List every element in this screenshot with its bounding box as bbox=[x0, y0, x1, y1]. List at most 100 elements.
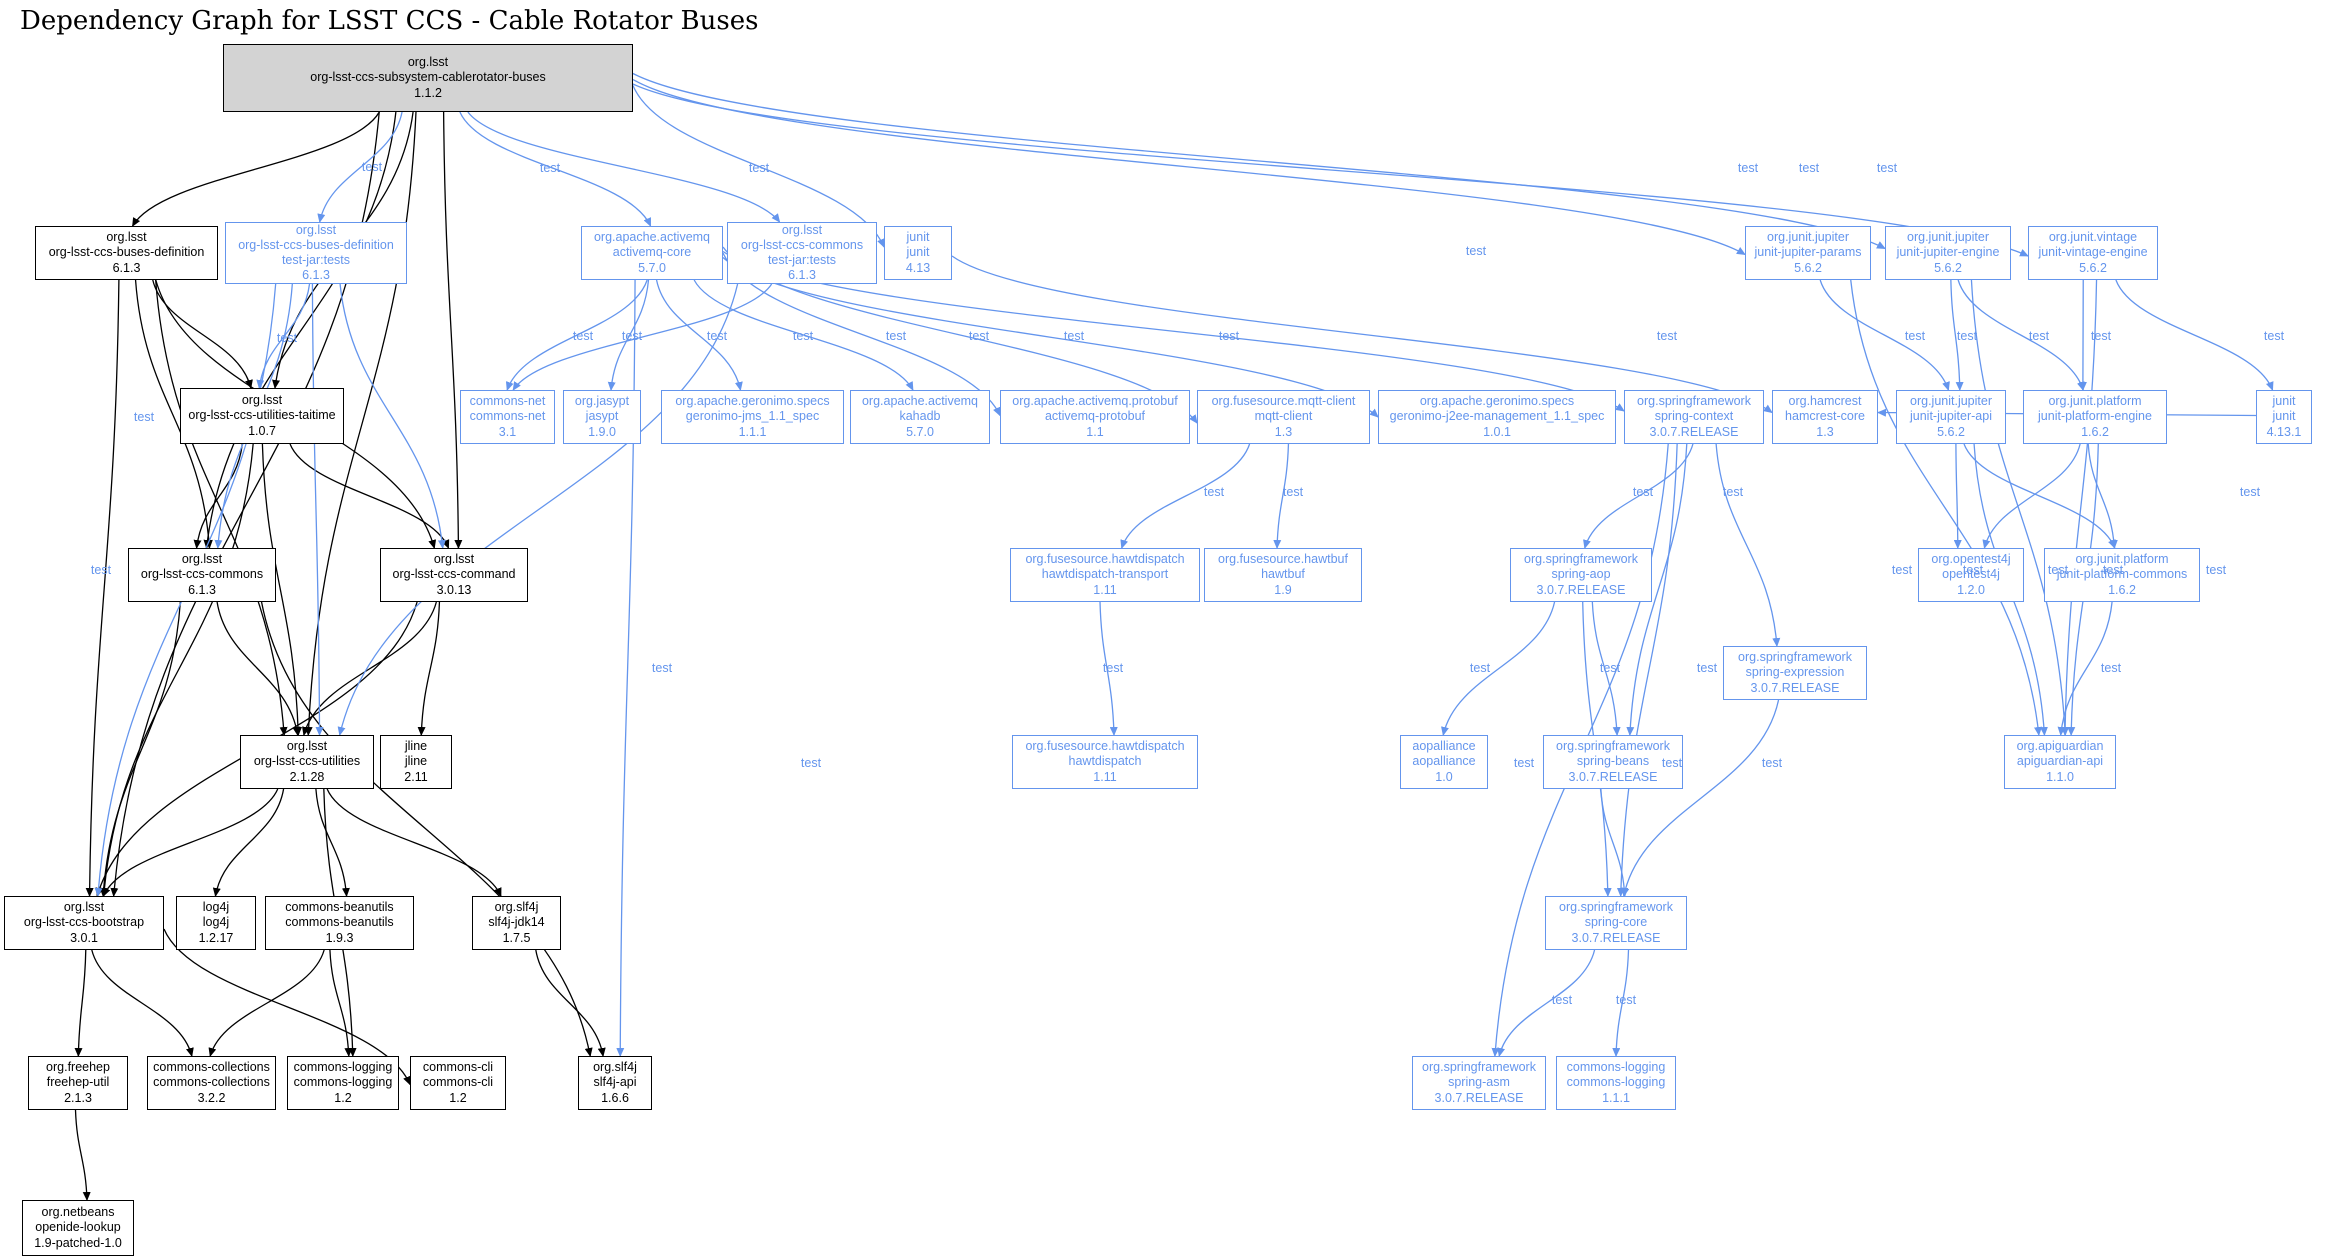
node-group-id: org.slf4j bbox=[593, 1060, 637, 1075]
node-version: 1.6.2 bbox=[2081, 425, 2109, 440]
node-artifact-id: org-lsst-ccs-utilities-taitime bbox=[188, 408, 335, 423]
node-version: 3.2.2 bbox=[198, 1091, 226, 1106]
dependency-node-freehep: org.freehepfreehep-util2.1.3 bbox=[28, 1056, 128, 1110]
dependency-node-cli: commons-clicommons-cli1.2 bbox=[410, 1056, 506, 1110]
dependency-node-junit4131: junitjunit4.13.1 bbox=[2256, 390, 2312, 444]
node-artifact-id: junit-jupiter-engine bbox=[1897, 245, 2000, 260]
dependency-node-spring-beans: org.springframeworkspring-beans3.0.7.REL… bbox=[1543, 735, 1683, 789]
node-artifact-id: junit-jupiter-api bbox=[1910, 409, 1992, 424]
node-version: 5.6.2 bbox=[2079, 261, 2107, 276]
node-version: 1.0.1 bbox=[1483, 425, 1511, 440]
node-artifact-id: freehep-util bbox=[47, 1075, 110, 1090]
dependency-node-spring-aop: org.springframeworkspring-aop3.0.7.RELEA… bbox=[1510, 548, 1652, 602]
node-artifact-id: slf4j-jdk14 bbox=[488, 915, 544, 930]
node-version: 1.3 bbox=[1275, 425, 1292, 440]
dependency-node-commons-net: commons-netcommons-net3.1 bbox=[460, 390, 555, 444]
dependency-graph: Dependency Graph for LSST CCS - Cable Ro… bbox=[0, 0, 2333, 1256]
node-version: 6.1.3 bbox=[788, 268, 816, 283]
node-version: 1.3 bbox=[1816, 425, 1833, 440]
node-group-id: commons-logging bbox=[294, 1060, 393, 1075]
node-version: 1.1.2 bbox=[414, 86, 442, 101]
node-group-id: org.springframework bbox=[1738, 650, 1852, 665]
node-artifact-id: log4j bbox=[203, 915, 229, 930]
node-group-id: org.lsst bbox=[106, 230, 146, 245]
node-group-id: org.junit.platform bbox=[2075, 552, 2168, 567]
node-group-id: org.lsst bbox=[408, 55, 448, 70]
node-version: 5.7.0 bbox=[906, 425, 934, 440]
node-artifact-id: mqtt-client bbox=[1255, 409, 1313, 424]
dependency-node-platform-engine: org.junit.platformjunit-platform-engine1… bbox=[2023, 390, 2167, 444]
node-version: 6.1.3 bbox=[188, 583, 216, 598]
dependency-node-protobuf: org.apache.activemq.protobufactivemq-pro… bbox=[1000, 390, 1190, 444]
dependency-node-beanutils: commons-beanutilscommons-beanutils1.9.3 bbox=[265, 896, 414, 950]
dependency-node-spring-asm: org.springframeworkspring-asm3.0.7.RELEA… bbox=[1412, 1056, 1546, 1110]
node-group-id: org.fusesource.hawtdispatch bbox=[1025, 739, 1184, 754]
dependency-node-ccs-commons-tests: org.lsstorg-lsst-ccs-commonstest-jar:tes… bbox=[727, 222, 877, 284]
node-group-id: commons-cli bbox=[423, 1060, 493, 1075]
dependency-node-root: org.lsstorg-lsst-ccs-subsystem-cablerota… bbox=[223, 44, 633, 112]
node-version: 6.1.3 bbox=[113, 261, 141, 276]
node-group-id: org.slf4j bbox=[495, 900, 539, 915]
dependency-node-kahadb: org.apache.activemqkahadb5.7.0 bbox=[850, 390, 990, 444]
node-version: 5.7.0 bbox=[638, 261, 666, 276]
node-group-id: org.junit.vintage bbox=[2049, 230, 2137, 245]
node-version: 3.0.13 bbox=[437, 583, 472, 598]
node-version: 3.0.7.RELEASE bbox=[1569, 770, 1658, 785]
node-version: 2.11 bbox=[404, 770, 427, 785]
dependency-node-buses-def: org.lsstorg-lsst-ccs-buses-definition6.1… bbox=[35, 226, 218, 280]
dependency-node-jline: jlinejline2.11 bbox=[380, 735, 452, 789]
node-artifact-id: spring-expression bbox=[1746, 665, 1845, 680]
node-version: 2.1.3 bbox=[64, 1091, 92, 1106]
node-group-id: org.lsst bbox=[782, 223, 822, 238]
node-version: 6.1.3 bbox=[302, 268, 330, 283]
node-artifact-id: junit-platform-engine bbox=[2038, 409, 2152, 424]
node-version: 3.0.7.RELEASE bbox=[1751, 681, 1840, 696]
dependency-node-taitime: org.lsstorg-lsst-ccs-utilities-taitime1.… bbox=[180, 388, 344, 444]
node-artifact-id: test-jar:tests bbox=[282, 253, 350, 268]
node-artifact-id: junit bbox=[907, 245, 930, 260]
node-version: 1.2.0 bbox=[1957, 583, 1985, 598]
node-version: 1.6.2 bbox=[2108, 583, 2136, 598]
node-artifact-id: junit bbox=[2273, 409, 2296, 424]
dependency-node-activemq-core: org.apache.activemqactivemq-core5.7.0 bbox=[581, 226, 723, 280]
node-version: 3.1 bbox=[499, 425, 516, 440]
dependency-node-log4j: log4jlog4j1.2.17 bbox=[176, 896, 256, 950]
node-version: 1.9.3 bbox=[326, 931, 354, 946]
node-artifact-id: org-lsst-ccs-utilities bbox=[254, 754, 360, 769]
node-version: 3.0.1 bbox=[70, 931, 98, 946]
dependency-node-spring-core: org.springframeworkspring-core3.0.7.RELE… bbox=[1545, 896, 1687, 950]
dependency-node-geronimo-jms: org.apache.geronimo.specsgeronimo-jms_1.… bbox=[661, 390, 844, 444]
dependency-node-buses-def-tests: org.lsstorg-lsst-ccs-buses-definitiontes… bbox=[225, 222, 407, 284]
node-group-id: org.hamcrest bbox=[1789, 394, 1862, 409]
dependency-node-jupiter-params: org.junit.jupiterjunit-jupiter-params5.6… bbox=[1745, 226, 1871, 280]
node-artifact-id: hamcrest-core bbox=[1785, 409, 1865, 424]
node-group-id: org.fusesource.hawtbuf bbox=[1218, 552, 1348, 567]
node-artifact-id: commons-logging bbox=[1567, 1075, 1666, 1090]
node-group-id: org.apache.activemq bbox=[594, 230, 710, 245]
node-group-id: org.apache.geronimo.specs bbox=[1420, 394, 1574, 409]
node-artifact-id: jasypt bbox=[586, 409, 619, 424]
dependency-node-aopalliance: aopallianceaopalliance1.0 bbox=[1400, 735, 1488, 789]
dependency-node-jupiter-api: org.junit.jupiterjunit-jupiter-api5.6.2 bbox=[1896, 390, 2006, 444]
node-version: 1.2 bbox=[449, 1091, 466, 1106]
node-group-id: org.lsst bbox=[287, 739, 327, 754]
node-group-id: org.fusesource.hawtdispatch bbox=[1025, 552, 1184, 567]
node-group-id: org.apache.geronimo.specs bbox=[675, 394, 829, 409]
node-group-id: org.fusesource.mqtt-client bbox=[1212, 394, 1356, 409]
node-group-id: org.lsst bbox=[242, 393, 282, 408]
node-group-id: log4j bbox=[203, 900, 229, 915]
node-group-id: org.apiguardian bbox=[2017, 739, 2104, 754]
node-artifact-id: org-lsst-ccs-bootstrap bbox=[24, 915, 144, 930]
node-version: 3.0.7.RELEASE bbox=[1435, 1091, 1524, 1106]
dependency-node-bootstrap: org.lsstorg-lsst-ccs-bootstrap3.0.1 bbox=[4, 896, 164, 950]
node-artifact-id: junit-vintage-engine bbox=[2038, 245, 2147, 260]
node-version: 1.0 bbox=[1435, 770, 1452, 785]
node-artifact-id: jline bbox=[405, 754, 427, 769]
node-group-id: org.lsst bbox=[64, 900, 104, 915]
node-version: 1.9 bbox=[1274, 583, 1291, 598]
node-group-id: org.junit.jupiter bbox=[1767, 230, 1849, 245]
node-artifact-id: commons-beanutils bbox=[285, 915, 393, 930]
node-artifact-id: org-lsst-ccs-buses-definition bbox=[238, 238, 394, 253]
node-artifact-id: spring-aop bbox=[1551, 567, 1610, 582]
dependency-node-openide: org.netbeansopenide-lookup1.9-patched-1.… bbox=[22, 1200, 134, 1256]
